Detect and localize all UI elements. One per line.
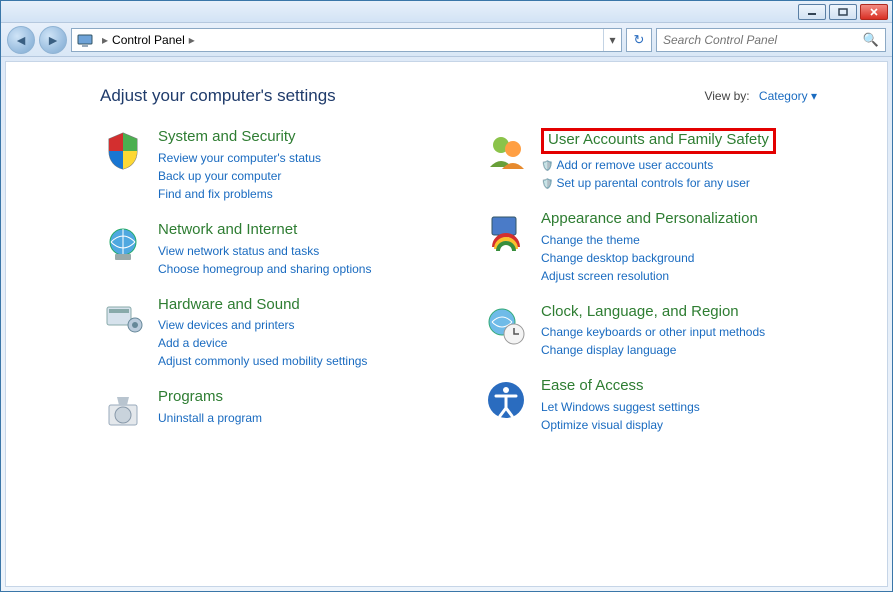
search-input[interactable] xyxy=(663,33,863,47)
task-link[interactable]: Choose homegroup and sharing options xyxy=(158,260,371,278)
category-ease-of-access[interactable]: Ease of Access Let Windows suggest setti… xyxy=(483,377,818,434)
task-link[interactable]: View network status and tasks xyxy=(158,242,371,260)
category-title[interactable]: User Accounts and Family Safety xyxy=(541,128,776,154)
task-link[interactable]: Add a device xyxy=(158,334,367,352)
view-by-value[interactable]: Category ▾ xyxy=(759,89,817,103)
forward-arrow-icon: ► xyxy=(46,32,60,48)
category-programs[interactable]: Programs Uninstall a program xyxy=(100,388,435,434)
refresh-icon: ↻ xyxy=(634,32,645,48)
user-accounts-icon xyxy=(483,128,529,174)
breadcrumb-chevron-icon: ▸ xyxy=(189,33,195,47)
category-user-accounts[interactable]: User Accounts and Family Safety 🛡️Add or… xyxy=(483,128,818,192)
maximize-button[interactable] xyxy=(829,4,857,20)
task-link[interactable]: 🛡️Set up parental controls for any user xyxy=(541,174,776,192)
control-panel-icon xyxy=(76,32,94,48)
category-appearance[interactable]: Appearance and Personalization Change th… xyxy=(483,210,818,285)
breadcrumb-root[interactable]: Control Panel xyxy=(112,33,185,47)
toolbar: ◄ ► ▸ Control Panel ▸ ▾ ↻ 🔍 xyxy=(1,23,892,57)
programs-icon xyxy=(100,388,146,434)
view-by-control[interactable]: View by: Category ▾ xyxy=(704,89,817,103)
category-title[interactable]: Ease of Access xyxy=(541,377,700,396)
hardware-icon xyxy=(100,296,146,342)
task-link[interactable]: Uninstall a program xyxy=(158,409,262,427)
breadcrumb-chevron-icon: ▸ xyxy=(102,33,108,47)
category-column-right: User Accounts and Family Safety 🛡️Add or… xyxy=(483,128,818,434)
minimize-icon xyxy=(807,8,817,16)
category-network-internet[interactable]: Network and Internet View network status… xyxy=(100,221,435,278)
category-title[interactable]: Programs xyxy=(158,388,262,407)
maximize-icon xyxy=(838,8,848,16)
chevron-down-icon: ▾ xyxy=(811,89,817,103)
search-icon: 🔍 xyxy=(863,32,879,48)
category-clock-region[interactable]: Clock, Language, and Region Change keybo… xyxy=(483,303,818,360)
system-security-icon xyxy=(100,128,146,174)
appearance-icon xyxy=(483,210,529,256)
category-system-security[interactable]: System and Security Review your computer… xyxy=(100,128,435,203)
category-title[interactable]: Hardware and Sound xyxy=(158,296,367,315)
task-link[interactable]: View devices and printers xyxy=(158,316,367,334)
shield-icon: 🛡️ xyxy=(541,161,553,172)
close-icon xyxy=(869,8,879,16)
task-link[interactable]: Change the theme xyxy=(541,231,758,249)
task-link[interactable]: Optimize visual display xyxy=(541,416,700,434)
task-link[interactable]: 🛡️Add or remove user accounts xyxy=(541,156,776,174)
category-title[interactable]: System and Security xyxy=(158,128,321,147)
task-link[interactable]: Find and fix problems xyxy=(158,185,321,203)
ease-of-access-icon xyxy=(483,377,529,423)
task-link[interactable]: Back up your computer xyxy=(158,167,321,185)
network-icon xyxy=(100,221,146,267)
task-link[interactable]: Change display language xyxy=(541,341,765,359)
address-dropdown-button[interactable]: ▾ xyxy=(603,29,621,51)
category-grid: System and Security Review your computer… xyxy=(100,128,857,434)
content-area: Adjust your computer's settings View by:… xyxy=(5,61,888,587)
forward-button[interactable]: ► xyxy=(39,26,67,54)
task-link[interactable]: Adjust screen resolution xyxy=(541,267,758,285)
task-link[interactable]: Let Windows suggest settings xyxy=(541,398,700,416)
task-link[interactable]: Review your computer's status xyxy=(158,149,321,167)
view-by-label: View by: xyxy=(704,89,749,103)
back-arrow-icon: ◄ xyxy=(14,32,28,48)
task-link[interactable]: Change desktop background xyxy=(541,249,758,267)
page-title: Adjust your computer's settings xyxy=(100,86,336,106)
titlebar xyxy=(1,1,892,23)
category-title[interactable]: Network and Internet xyxy=(158,221,371,240)
refresh-button[interactable]: ↻ xyxy=(626,28,652,52)
category-title[interactable]: Appearance and Personalization xyxy=(541,210,758,229)
minimize-button[interactable] xyxy=(798,4,826,20)
category-hardware-sound[interactable]: Hardware and Sound View devices and prin… xyxy=(100,296,435,371)
close-button[interactable] xyxy=(860,4,888,20)
search-box[interactable]: 🔍 xyxy=(656,28,886,52)
shield-icon: 🛡️ xyxy=(541,179,553,190)
task-link[interactable]: Adjust commonly used mobility settings xyxy=(158,352,367,370)
category-title[interactable]: Clock, Language, and Region xyxy=(541,303,765,322)
clock-icon xyxy=(483,303,529,349)
category-column-left: System and Security Review your computer… xyxy=(100,128,435,434)
back-button[interactable]: ◄ xyxy=(7,26,35,54)
task-link[interactable]: Change keyboards or other input methods xyxy=(541,323,765,341)
content-header: Adjust your computer's settings View by:… xyxy=(100,86,857,106)
address-bar[interactable]: ▸ Control Panel ▸ ▾ xyxy=(71,28,622,52)
